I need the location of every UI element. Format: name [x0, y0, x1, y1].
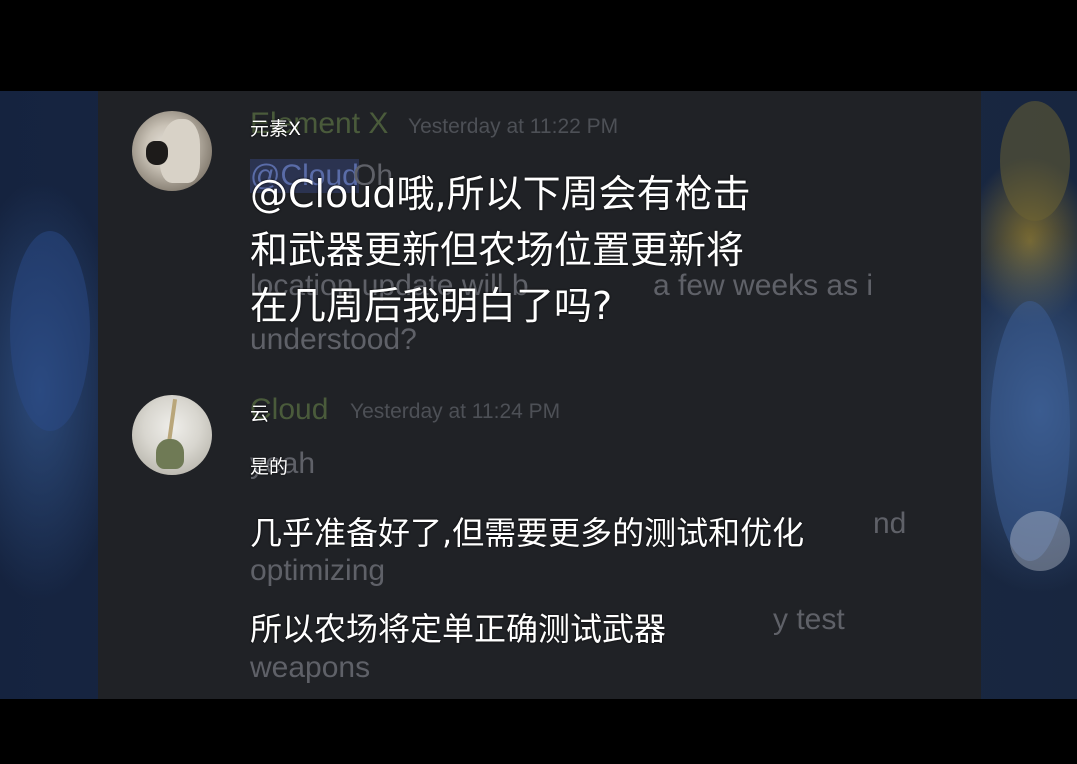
message-text-original: y test	[773, 603, 845, 636]
author-name-overlay: 元素X	[250, 118, 302, 140]
author-name-overlay: 云	[250, 403, 270, 425]
timestamp: Yesterday at 11:22 PM	[408, 115, 619, 138]
message-text-overlay: @Cloud哦,所以下周会有枪击	[250, 172, 751, 216]
message-text-original: optimizing	[250, 554, 386, 587]
message-text-overlay: 所以农场将定单正确测试武器	[250, 610, 667, 648]
chat-panel: Element X Yesterday at 11:22 PM 元素X @Clo…	[98, 91, 981, 699]
message-text-overlay: 是的	[250, 456, 289, 478]
background-blob-left	[10, 231, 90, 431]
message-text-overlay: 和武器更新但农场位置更新将	[250, 228, 745, 272]
message-text-overlay: 几乎准备好了,但需要更多的测试和优化	[250, 514, 805, 552]
message-text-original: weapons	[250, 651, 371, 684]
background-blob-right-bottom	[1010, 511, 1070, 571]
message-text-overlay: 在几周后我明白了吗?	[250, 284, 613, 328]
message-text-original: nd	[873, 507, 907, 540]
timestamp: Yesterday at 11:24 PM	[350, 400, 561, 423]
avatar-stick-shape	[166, 398, 178, 444]
background-blob-right-top	[1000, 101, 1070, 221]
avatar-cloud[interactable]	[132, 395, 212, 475]
avatar-face-shape	[146, 141, 168, 165]
avatar-body-shape	[156, 439, 184, 469]
avatar-element-x[interactable]	[132, 111, 212, 191]
